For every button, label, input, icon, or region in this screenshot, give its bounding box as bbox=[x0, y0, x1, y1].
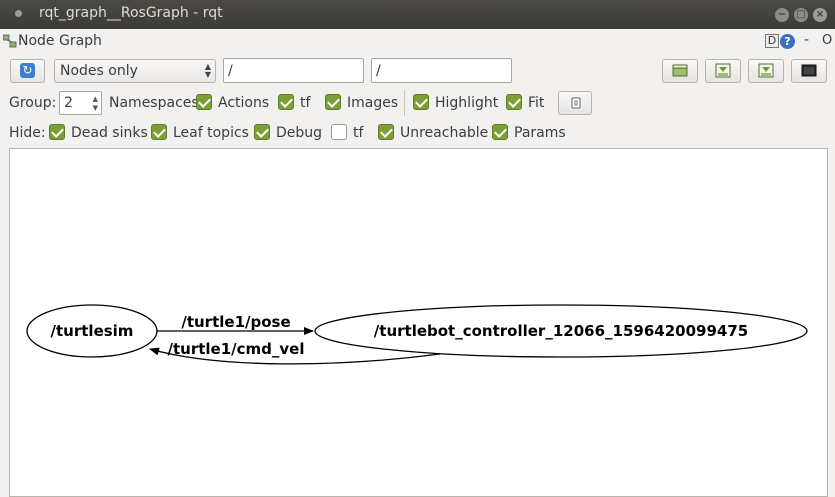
graph-node-turtlesim[interactable]: /turtlesim bbox=[26, 304, 158, 358]
topic-filter-input[interactable] bbox=[371, 58, 512, 83]
save-image-icon bbox=[758, 63, 774, 78]
separator bbox=[404, 90, 405, 116]
help-button[interactable]: ? bbox=[780, 34, 795, 49]
save-svg-button[interactable] bbox=[748, 59, 784, 83]
highlight-label[interactable]: Highlight bbox=[435, 95, 498, 111]
spin-arrows-icon[interactable]: ▲ ▼ bbox=[93, 95, 98, 113]
open-file-icon bbox=[672, 64, 688, 77]
refresh-icon: ↻ bbox=[20, 63, 35, 78]
window-titlebar: rqt_graph__RosGraph - rqt − □ × bbox=[0, 0, 835, 29]
hide-label: Hide: bbox=[9, 125, 46, 141]
dock-minimize-button[interactable]: - bbox=[804, 32, 809, 48]
edge-label: /turtle1/pose bbox=[181, 313, 290, 331]
fit-in-view-button[interactable] bbox=[558, 91, 592, 115]
graph-canvas[interactable]: /turtlesim /turtlebot_controller_12066_1… bbox=[9, 148, 828, 497]
graph-mode-value: Nodes only bbox=[60, 63, 138, 79]
dock-header: Node Graph D ? - O bbox=[0, 30, 835, 52]
dead-sinks-checkbox[interactable] bbox=[49, 124, 65, 140]
load-dot-button[interactable] bbox=[662, 59, 698, 83]
debug-label[interactable]: Debug bbox=[276, 125, 322, 141]
leaf-topics-label[interactable]: Leaf topics bbox=[173, 125, 249, 141]
app-menu-icon[interactable] bbox=[15, 10, 22, 17]
params-checkbox[interactable] bbox=[492, 124, 508, 140]
graph-mode-select[interactable]: Nodes only ▲ ▼ bbox=[54, 59, 216, 83]
chevron-updown-icon: ▲ ▼ bbox=[204, 62, 211, 79]
save-dot-icon bbox=[715, 63, 731, 78]
node-filter-field[interactable] bbox=[224, 59, 363, 82]
highlight-checkbox[interactable] bbox=[413, 94, 429, 110]
minimize-button[interactable]: − bbox=[775, 8, 789, 22]
maximize-button[interactable]: □ bbox=[794, 8, 808, 22]
fit-label[interactable]: Fit bbox=[528, 95, 544, 111]
topic-filter-field[interactable] bbox=[372, 59, 511, 82]
actions-label[interactable]: Actions bbox=[218, 95, 269, 111]
unreachable-checkbox[interactable] bbox=[378, 124, 394, 140]
graph-node-controller[interactable]: /turtlebot_controller_12066_159642009947… bbox=[314, 304, 808, 358]
fit-checkbox[interactable] bbox=[506, 94, 522, 110]
save-dot-button[interactable] bbox=[705, 59, 741, 83]
tf-label[interactable]: tf bbox=[300, 95, 310, 111]
refresh-button[interactable]: ↻ bbox=[10, 59, 45, 83]
images-checkbox[interactable] bbox=[325, 94, 341, 110]
images-label[interactable]: Images bbox=[347, 95, 398, 111]
leaf-topics-checkbox[interactable] bbox=[151, 124, 167, 140]
debug-checkbox[interactable] bbox=[254, 124, 270, 140]
node-label: /turtlesim bbox=[51, 322, 134, 340]
dock-title: Node Graph bbox=[18, 33, 102, 49]
actions-checkbox[interactable] bbox=[196, 94, 212, 110]
save-image-button[interactable] bbox=[791, 59, 827, 83]
edge-label: /turtle1/cmd_vel bbox=[168, 340, 305, 358]
unreachable-label[interactable]: Unreachable bbox=[400, 125, 488, 141]
dead-sinks-label[interactable]: Dead sinks bbox=[71, 125, 148, 141]
hide-tf-label[interactable]: tf bbox=[353, 125, 363, 141]
group-value: 2 bbox=[64, 95, 73, 111]
fit-view-icon bbox=[571, 97, 581, 109]
params-label[interactable]: Params bbox=[514, 125, 566, 141]
screen-icon bbox=[801, 64, 817, 77]
tf-checkbox[interactable] bbox=[278, 94, 294, 110]
close-button[interactable]: × bbox=[813, 8, 827, 22]
node-filter-input[interactable] bbox=[223, 58, 364, 83]
graph-edge-pose[interactable]: /turtle1/pose bbox=[157, 313, 314, 335]
namespaces-label: Namespaces bbox=[109, 95, 199, 111]
dock-close-button[interactable]: O bbox=[822, 33, 832, 48]
graph-edge-cmd-vel[interactable]: /turtle1/cmd_vel bbox=[149, 340, 441, 365]
dock-d-button[interactable]: D bbox=[765, 34, 779, 48]
hide-tf-checkbox[interactable] bbox=[331, 124, 347, 140]
group-spinbox[interactable]: 2 ▲ ▼ bbox=[59, 91, 102, 115]
graph-view[interactable]: /turtlesim /turtlebot_controller_12066_1… bbox=[10, 149, 827, 496]
window-title: rqt_graph__RosGraph - rqt bbox=[39, 5, 223, 21]
node-label: /turtlebot_controller_12066_159642009947… bbox=[374, 322, 748, 340]
group-label: Group: bbox=[9, 95, 57, 111]
node-graph-icon bbox=[3, 34, 17, 48]
